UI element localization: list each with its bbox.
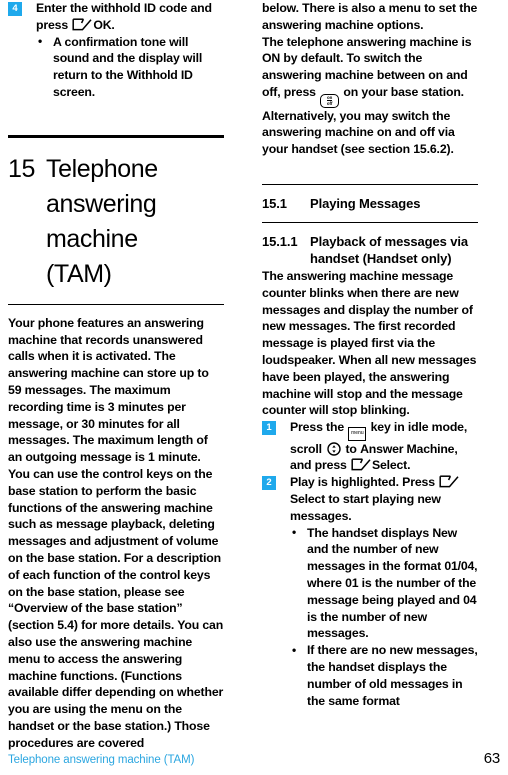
step2-part1: is highlighted. Press (317, 475, 435, 490)
step-number-badge: 4 (8, 2, 22, 16)
bullet1-bold-new: New (432, 525, 458, 540)
bullet-item: A confirmation tone will sound and the d… (36, 33, 224, 101)
step-text: Enter the withhold ID code and press OK. (36, 0, 224, 34)
step-number-badge: 2 (262, 476, 276, 491)
step4-line2-end: . (111, 17, 115, 32)
step4-line1: Enter the withhold ID code and (36, 1, 212, 15)
bullet1-mid1: and the number of new messages in the fo… (307, 542, 445, 574)
subsection-title-line2: handset (Handset only) (310, 251, 452, 267)
bullet-item: The handset displays New and the number … (290, 524, 478, 643)
chapter-title-line1: Telephone (46, 154, 158, 183)
onoff-key-icon: on off (320, 93, 340, 108)
bullet-bold-withhold-id: Withhold ID (126, 68, 193, 83)
menu-key-icon: menu (348, 426, 367, 441)
chapter-number: 15 (8, 154, 36, 183)
intro-paragraph: Your phone features an answering machine… (8, 315, 224, 750)
chapter-heading: 15 Telephone answering machine (TAM) (8, 152, 224, 292)
right-column: below. There is also a menu to set the a… (262, 0, 478, 740)
step4-line2-pre: press (36, 17, 69, 32)
bullet-item: If there are no new messages, the handse… (290, 642, 478, 709)
scroll-navigation-icon (327, 441, 341, 456)
onoff-label-bottom: off (326, 101, 333, 107)
softkey-icon (439, 475, 459, 488)
menu-key-label: menu (350, 430, 364, 437)
subsection-title: Playback of messages via handset (Handse… (310, 233, 478, 267)
bullet1-bold-format: 01/04 (444, 559, 475, 574)
step1-bold-answer-machine: Answer Machine (360, 441, 455, 456)
section-title: Playing Messages (310, 196, 421, 212)
step2-bold-play: Play (290, 475, 315, 490)
subsection-number: 15.1.1 (262, 234, 298, 250)
step-item: 4 Enter the withhold ID code and press O… (8, 0, 224, 34)
chapter-title-line2: answering machine (46, 189, 157, 253)
step-item: 1 Press the menu key in idle mode, scrol… (262, 419, 478, 474)
bullet1-pre: The handset displays (307, 525, 433, 540)
chapter-title-line3: (TAM) (46, 259, 112, 288)
softkey-icon (72, 18, 92, 31)
bullet1-bold-04: 04 (463, 592, 477, 607)
section-heading-15-1: 15.1 Playing Messages (262, 195, 478, 212)
footer-section-title: Telephone answering machine (TAM) (8, 754, 195, 766)
page-footer: Telephone answering machine (TAM) 63 (8, 750, 500, 767)
right-paragraph-3: The answering machine message counter bl… (262, 269, 477, 418)
bullet2-text: If there are no new messages, the handse… (307, 643, 478, 708)
softkey-icon (351, 458, 371, 471)
step-number-badge: 1 (262, 421, 276, 436)
chapter-title: Telephone answering machine (TAM) (46, 152, 224, 292)
step-text: Press the menu key in idle mode, scroll … (290, 419, 478, 474)
subsection-title-line1: Playback of messages via (310, 234, 469, 250)
document-page: 4 Enter the withhold ID code and press O… (0, 0, 508, 775)
bullet-text-post: screen. (53, 84, 96, 99)
step1-part1: Press the (290, 420, 345, 435)
step1-part3: to (345, 441, 357, 456)
step4-ok-label: OK (93, 17, 112, 32)
left-column: 4 Enter the withhold ID code and press O… (8, 0, 224, 750)
right-paragraph-2: The telephone answering machine is ON by… (262, 34, 478, 158)
section-number: 15.1 (262, 196, 287, 212)
right-paragraph-1: below. There is also a menu to set the a… (262, 1, 478, 32)
bullet1-post: is the number of new messages. (307, 609, 427, 641)
step1-bold-select: Select (372, 458, 408, 473)
section-heading-15-1-1: 15.1.1 Playback of messages via handset … (262, 233, 478, 267)
bullet1-bold-01: 01 (345, 576, 359, 591)
step-text: Play is highlighted. Press Select to sta… (290, 474, 478, 524)
step2-bold-select: Select (290, 492, 326, 507)
step1-part5: . (407, 458, 411, 473)
footer-page-number: 63 (483, 750, 501, 767)
step-item: 2 Play is highlighted. Press Select to s… (262, 474, 478, 524)
